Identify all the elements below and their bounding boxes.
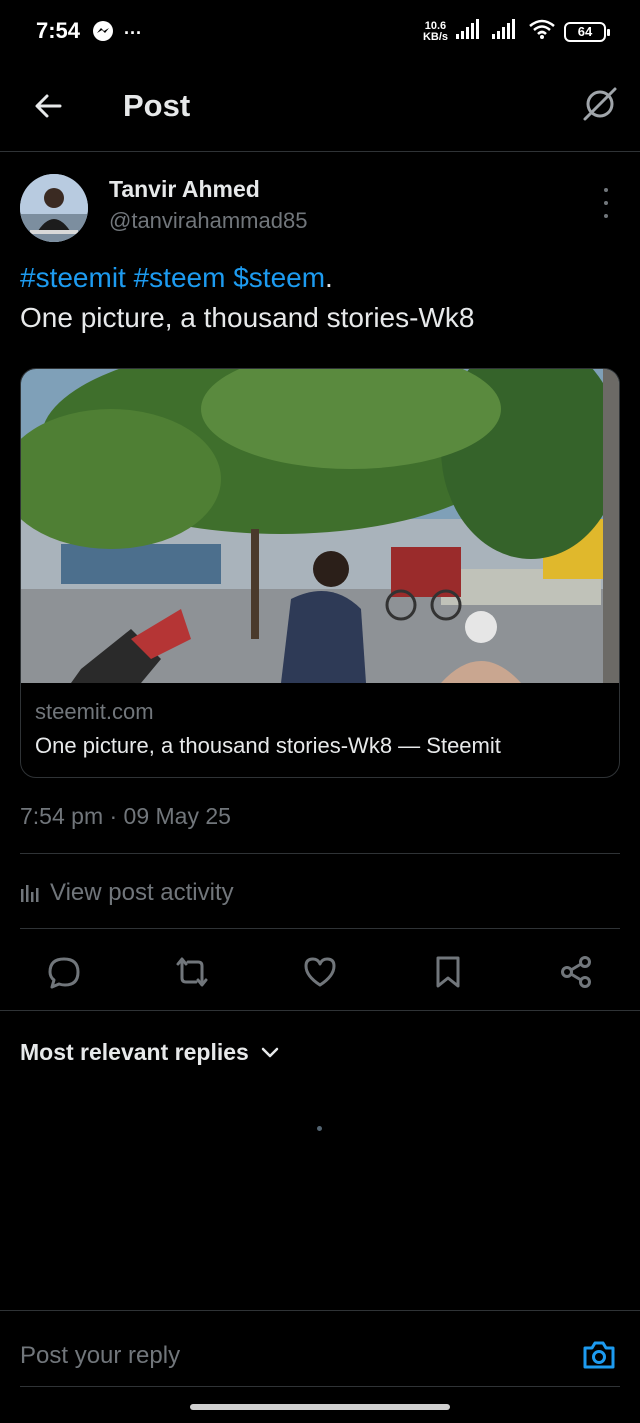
more-notifications-icon: ··· [124,23,142,43]
analytics-icon [21,885,39,902]
share-icon [561,956,591,988]
repost-button[interactable] [170,950,214,994]
view-post-activity-label: View post activity [50,879,234,906]
hashtag-steemit[interactable]: #steemit [20,262,126,293]
post-text-punctuation: . [325,262,333,293]
post-timestamp: 7:54 pm · 09 May 25 [20,803,231,829]
reply-bar [0,1310,640,1400]
avatar[interactable] [20,174,88,242]
grok-button[interactable] [580,84,620,124]
more-options-button[interactable] [598,188,614,218]
chevron-down-icon [261,1047,279,1057]
reply-icon [48,957,80,989]
divider [20,853,620,854]
reply-underline [20,1386,620,1387]
app-header: Post [0,64,640,152]
view-post-activity[interactable]: View post activity [20,875,234,911]
bookmark-button[interactable] [426,950,470,994]
share-button[interactable] [554,950,598,994]
back-button[interactable] [30,88,66,124]
link-preview-card[interactable]: steemit.com One picture, a thousand stor… [20,368,620,778]
reply-button[interactable] [42,950,86,994]
status-time: 7:54 [36,18,81,43]
post-text: #steemit #steem $steem. One picture, a t… [20,258,620,338]
replies-sort-dropdown[interactable]: Most relevant replies [20,1039,279,1066]
like-icon [304,957,336,987]
link-title: One picture, a thousand stories-Wk8 — St… [35,733,501,758]
more-dot [604,214,608,218]
network-speed: 10.6 KB/s [422,19,448,43]
network-speed-unit: KB/s [422,30,448,43]
cashtag-steem[interactable]: $steem [233,262,325,293]
battery-indicator: 64 [564,21,610,42]
status-right: 10.6 KB/s 64 [422,18,610,45]
replies-sort-label: Most relevant replies [20,1039,249,1065]
replies-sort: Most relevant replies [0,1010,640,1090]
post-actions [20,946,620,996]
like-button[interactable] [298,950,342,994]
more-dot [604,201,608,205]
status-bar: 7:54 ··· 10.6 KB/s 64 [0,0,640,64]
reply-input[interactable] [20,1339,550,1373]
hashtag-steem[interactable]: #steem [134,262,226,293]
messenger-icon [92,20,114,47]
author-name[interactable]: Tanvir Ahmed [109,176,260,203]
more-dot [604,188,608,192]
bookmark-icon [436,956,460,988]
camera-icon [583,1341,615,1369]
post-text-line-1: #steemit #steem $steem. [20,258,620,298]
wifi-icon [528,18,556,45]
home-indicator[interactable] [190,1404,450,1410]
loading-indicator [317,1126,322,1131]
repost-icon [176,957,208,987]
status-notifications: ··· [92,20,142,47]
camera-button[interactable] [580,1337,618,1373]
link-domain: steemit.com [35,699,154,724]
divider [20,928,620,929]
page-title: Post [123,88,191,123]
grok-icon [583,87,617,121]
network-speed-value: 10.6 [424,19,447,32]
link-preview-image [21,369,619,683]
signal-icon [456,19,484,44]
arrow-left-icon [35,94,62,118]
post-text-line-2: One picture, a thousand stories-Wk8 [20,302,475,333]
signal-icon-2 [492,19,520,44]
author-handle[interactable]: @tanvirahammad85 [109,208,307,234]
